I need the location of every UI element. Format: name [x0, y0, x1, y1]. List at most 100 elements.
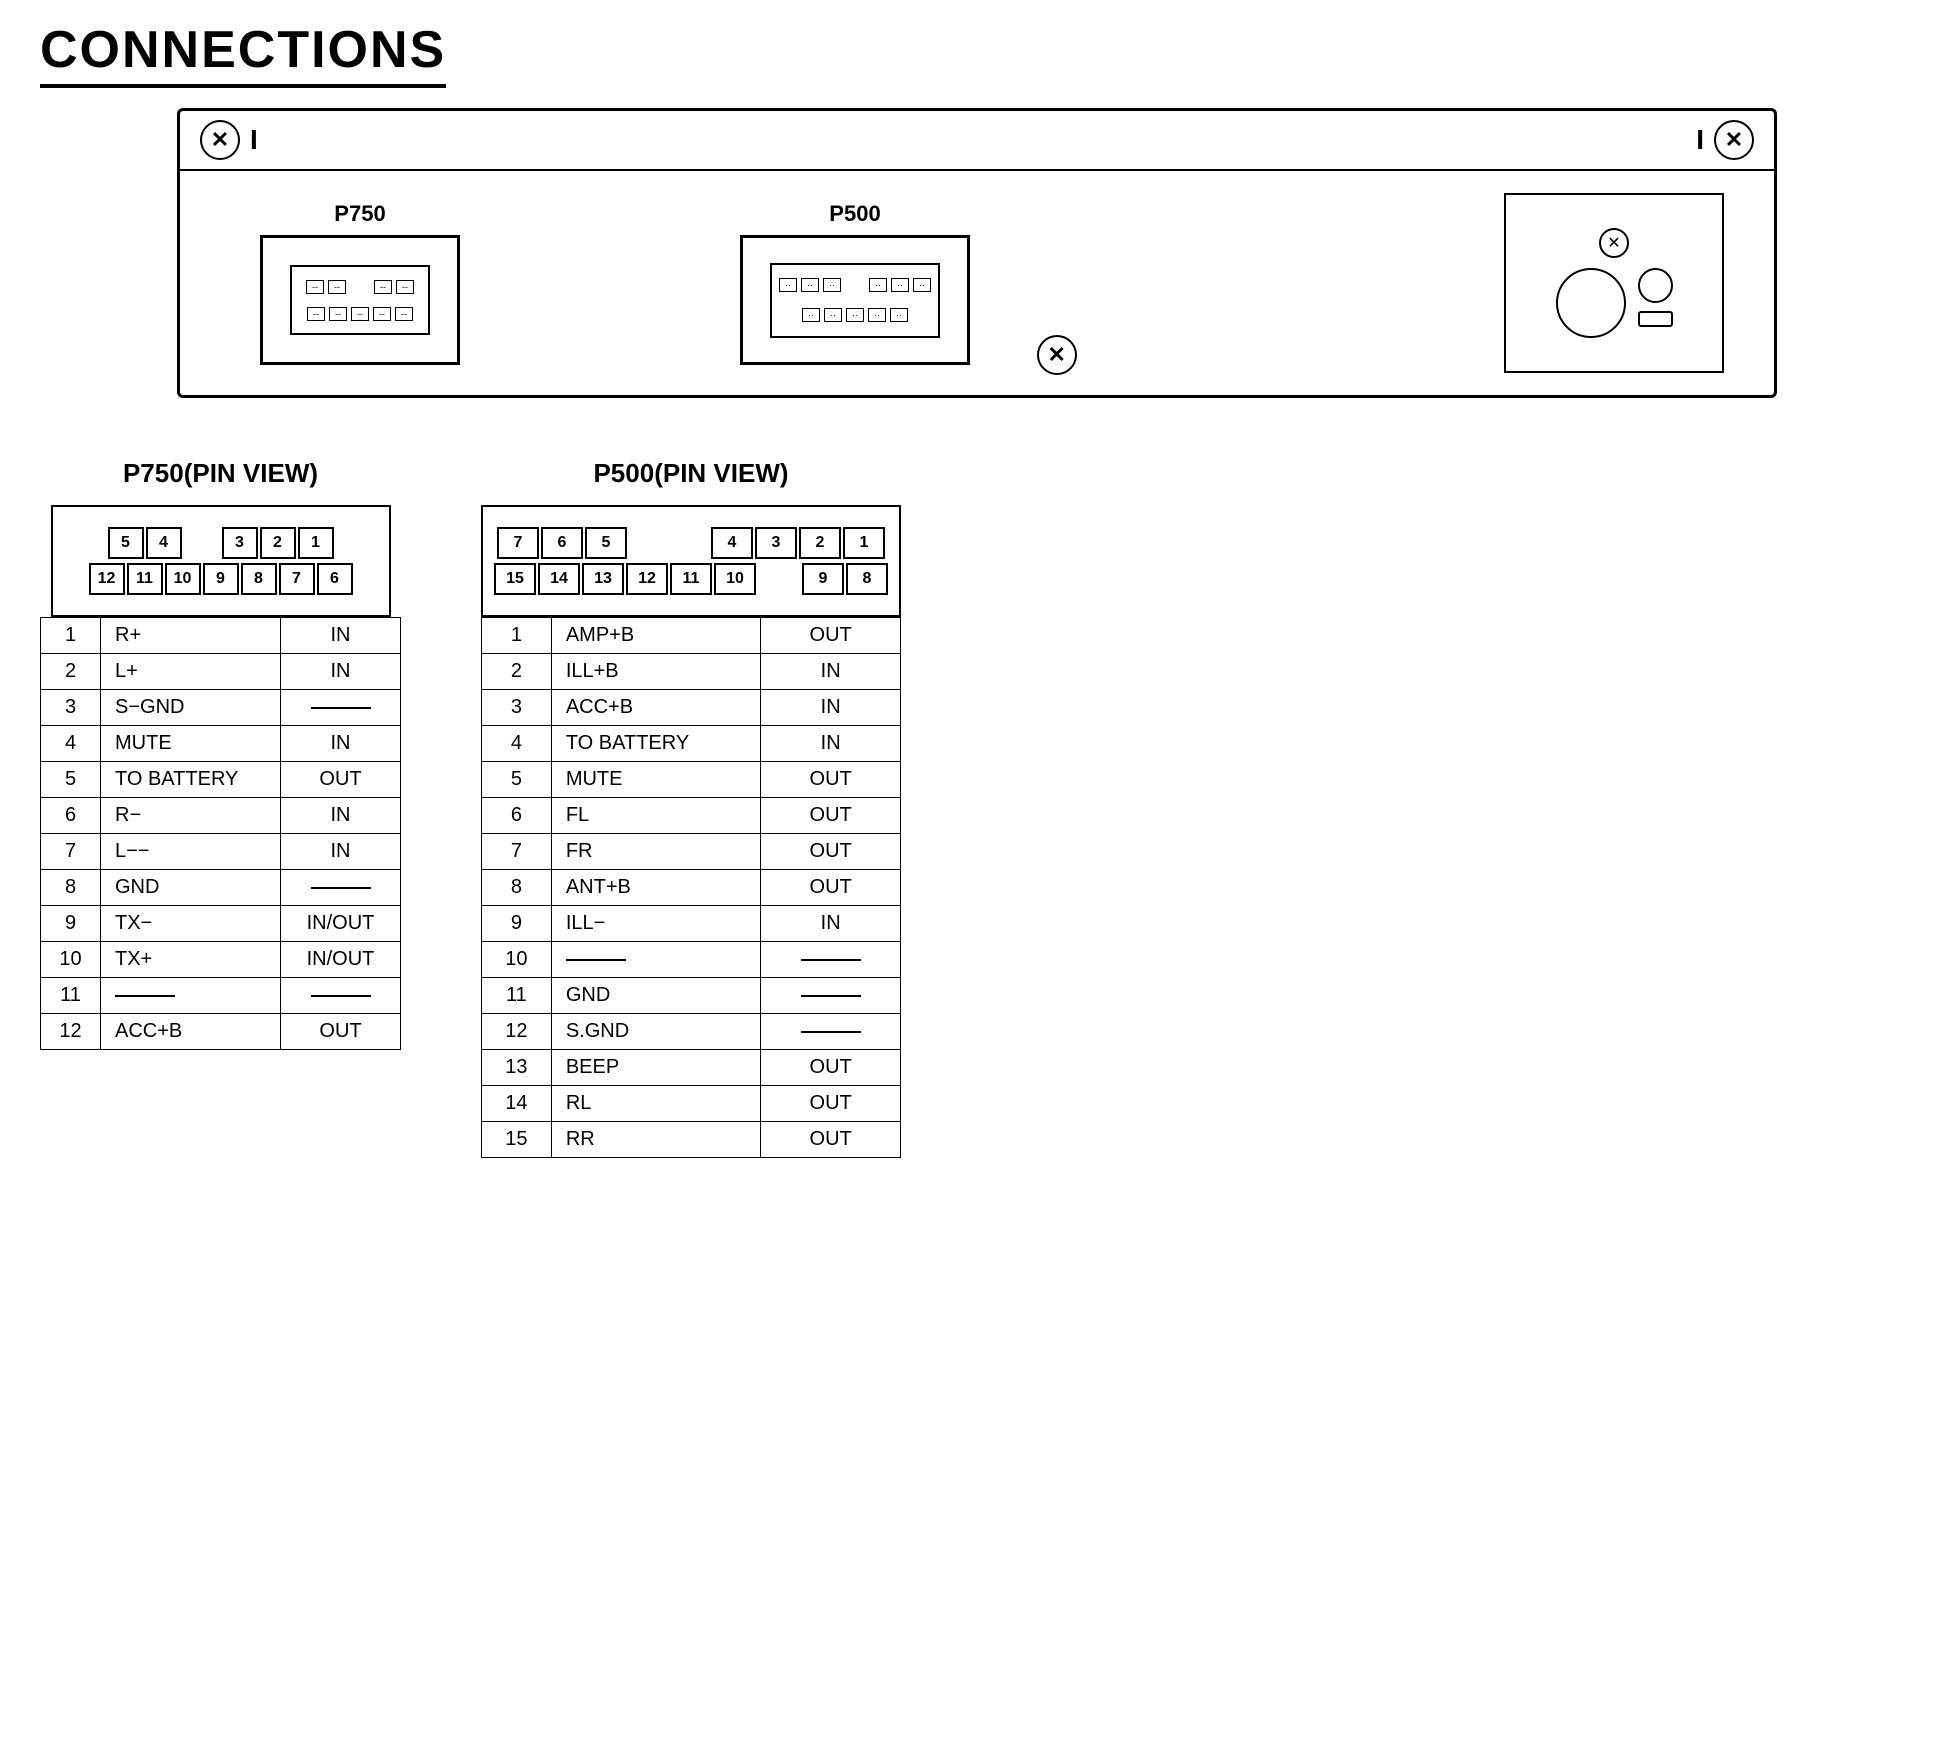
- pin-number: 4: [41, 726, 101, 762]
- pv-cell: 10: [714, 563, 756, 595]
- p750-pv-row2: 12 11 10 9 8 7 6: [89, 563, 353, 595]
- p750-pin-cell: --: [396, 280, 414, 294]
- signal-name: FR: [551, 834, 761, 870]
- pin-number: 6: [41, 798, 101, 834]
- signal-direction: OUT: [761, 870, 901, 906]
- p500-pin-cell: ··: [913, 278, 931, 292]
- signal-name: MUTE: [551, 762, 761, 798]
- signal-direction: [281, 690, 401, 726]
- p750-row2: -- -- -- -- --: [307, 307, 413, 321]
- signal-name: AMP+B: [551, 618, 761, 654]
- signal-direction: IN: [281, 834, 401, 870]
- p750-pin-cell: --: [395, 307, 413, 321]
- table-row: 4MUTEIN: [41, 726, 401, 762]
- pin-number: 7: [482, 834, 552, 870]
- pin-number: 8: [41, 870, 101, 906]
- p750-pin-cell: --: [307, 307, 325, 321]
- signal-name: TO BATTERY: [101, 762, 281, 798]
- pin-number: 12: [41, 1014, 101, 1050]
- unit-top-strip: ✕ I I ✕: [180, 111, 1774, 171]
- pv-cell: 2: [260, 527, 296, 559]
- unit-body: P750 -- -- -- -- -- -- -- -- -: [180, 171, 1774, 395]
- signal-direction: IN: [281, 654, 401, 690]
- p750-pin-cell: --: [351, 307, 369, 321]
- pv-cell: 9: [203, 563, 239, 595]
- signal-direction: IN: [761, 690, 901, 726]
- p750-pin-view-box: 5 4 3 2 1 12 11 10 9 8 7 6: [51, 505, 391, 617]
- signal-direction: OUT: [761, 1122, 901, 1158]
- table-row: 13BEEPOUT: [482, 1050, 901, 1086]
- pin-number: 15: [482, 1122, 552, 1158]
- p750-pin-cell: --: [373, 307, 391, 321]
- signal-direction: IN/OUT: [281, 906, 401, 942]
- pin-number: 2: [482, 654, 552, 690]
- pv-cell: 5: [585, 527, 627, 559]
- p750-pin-cell: --: [329, 307, 347, 321]
- p500-inner: ·· ·· ·· ·· ·· ·· ·· ·· ·· ·· ··: [770, 263, 940, 338]
- signal-name: [101, 978, 281, 1014]
- pv-cell: 15: [494, 563, 536, 595]
- signal-direction: IN: [761, 906, 901, 942]
- signal-direction: OUT: [761, 798, 901, 834]
- pv-cell: 6: [317, 563, 353, 595]
- p500-connector-diagram: P500 ·· ·· ·· ·· ·· ·· ·· ·· ·: [740, 201, 970, 365]
- p750-section: P750(PIN VIEW) 5 4 3 2 1 12 11 10 9 8 7 …: [40, 458, 401, 1158]
- p750-pin-cell: --: [374, 280, 392, 294]
- pin-number: 9: [41, 906, 101, 942]
- pv-cell: 5: [108, 527, 144, 559]
- p500-table: 1AMP+BOUT2ILL+BIN3ACC+BIN4TO BATTERYIN5M…: [481, 617, 901, 1158]
- table-row: 1AMP+BOUT: [482, 618, 901, 654]
- table-row: 12ACC+BOUT: [41, 1014, 401, 1050]
- pin-number: 2: [41, 654, 101, 690]
- table-row: 10: [482, 942, 901, 978]
- page-title: CONNECTIONS: [40, 20, 446, 88]
- table-row: 11: [41, 978, 401, 1014]
- signal-direction: [761, 1014, 901, 1050]
- signal-name: TX−: [101, 906, 281, 942]
- table-row: 2ILL+BIN: [482, 654, 901, 690]
- pin-number: 3: [482, 690, 552, 726]
- p750-pin-cell: --: [328, 280, 346, 294]
- signal-direction: OUT: [761, 1050, 901, 1086]
- table-row: 11GND: [482, 978, 901, 1014]
- pv-cell: 8: [241, 563, 277, 595]
- small-rect: [1638, 311, 1673, 327]
- table-row: 12S.GND: [482, 1014, 901, 1050]
- pin-number: 8: [482, 870, 552, 906]
- signal-direction: OUT: [761, 1086, 901, 1122]
- pin-number: 4: [482, 726, 552, 762]
- top-left-line: I: [250, 124, 258, 156]
- signal-name: [551, 942, 761, 978]
- signal-name: ILL−: [551, 906, 761, 942]
- signal-name: ACC+B: [551, 690, 761, 726]
- signal-name: R−: [101, 798, 281, 834]
- p750-box: -- -- -- -- -- -- -- -- --: [260, 235, 460, 365]
- signal-name: L−−: [101, 834, 281, 870]
- pin-number: 13: [482, 1050, 552, 1086]
- signal-name: GND: [101, 870, 281, 906]
- pin-number: 1: [482, 618, 552, 654]
- table-row: 5TO BATTERYOUT: [41, 762, 401, 798]
- pv-cell: 13: [582, 563, 624, 595]
- p500-pin-cell: ··: [779, 278, 797, 292]
- pin-number: 12: [482, 1014, 552, 1050]
- p500-row2: ·· ·· ·· ·· ··: [802, 308, 908, 322]
- p500-pin-cell: ··: [891, 278, 909, 292]
- p750-row1: -- -- -- --: [306, 280, 414, 294]
- pin-number: 5: [41, 762, 101, 798]
- signal-direction: [761, 978, 901, 1014]
- x-circle-right: ✕: [1714, 120, 1754, 160]
- signal-direction: IN: [761, 726, 901, 762]
- table-row: 7FROUT: [482, 834, 901, 870]
- pv-cell: 3: [222, 527, 258, 559]
- table-row: 15RROUT: [482, 1122, 901, 1158]
- pv-cell: 7: [497, 527, 539, 559]
- p500-pin-cell: ··: [869, 278, 887, 292]
- p500-pv-row1: 7 6 5 4 3 2 1: [497, 527, 885, 559]
- signal-direction: OUT: [281, 1014, 401, 1050]
- table-row: 9ILL−IN: [482, 906, 901, 942]
- pin-number: 11: [482, 978, 552, 1014]
- pin-number: 1: [41, 618, 101, 654]
- signal-direction: OUT: [761, 762, 901, 798]
- p500-label-diagram: P500: [829, 201, 880, 227]
